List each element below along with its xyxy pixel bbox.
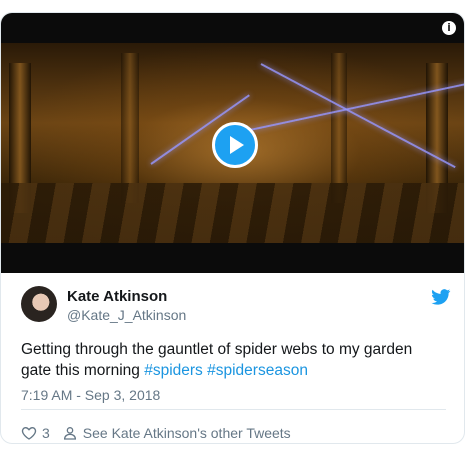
play-icon bbox=[230, 136, 244, 154]
info-icon[interactable]: i bbox=[442, 21, 456, 35]
person-icon[interactable] bbox=[62, 425, 78, 441]
play-button[interactable] bbox=[212, 122, 258, 168]
hashtag-link[interactable]: #spiderseason bbox=[207, 362, 308, 379]
other-tweets-link[interactable]: See Kate Atkinson's other Tweets bbox=[83, 425, 291, 441]
video-player[interactable]: i bbox=[1, 13, 464, 273]
tweet-text: Getting through the gauntlet of spider w… bbox=[21, 339, 446, 381]
heart-icon[interactable] bbox=[21, 425, 37, 441]
like-count[interactable]: 3 bbox=[42, 425, 50, 441]
tweet-timestamp[interactable]: 7:19 AM - Sep 3, 2018 bbox=[21, 387, 160, 403]
author-handle[interactable]: @Kate_J_Atkinson bbox=[67, 307, 186, 323]
author-block[interactable]: Kate Atkinson @Kate_J_Atkinson bbox=[21, 286, 451, 326]
avatar[interactable] bbox=[21, 286, 57, 322]
hashtag-link[interactable]: #spiders bbox=[144, 362, 203, 379]
divider bbox=[21, 409, 446, 410]
author-name[interactable]: Kate Atkinson bbox=[67, 288, 167, 305]
tweet-card: i Kate Atkinson @Kate_J_Atkinson Getting… bbox=[0, 12, 465, 444]
action-bar: 3 See Kate Atkinson's other Tweets bbox=[21, 423, 291, 443]
twitter-bird-icon[interactable] bbox=[431, 289, 451, 305]
